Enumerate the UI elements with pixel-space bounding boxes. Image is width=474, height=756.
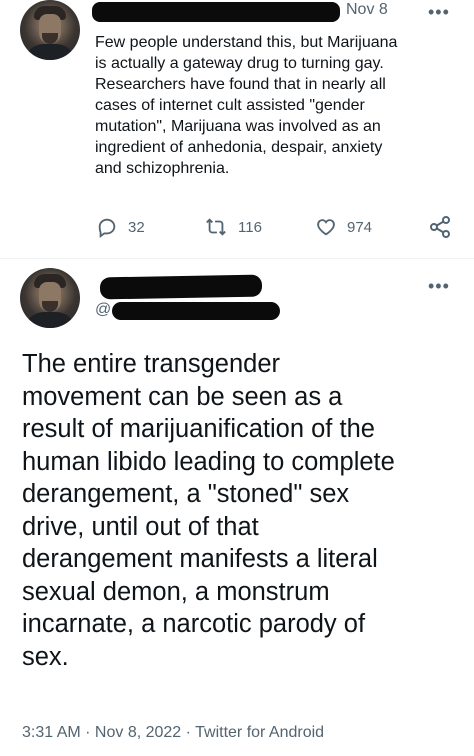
like-count: 974 xyxy=(347,218,373,236)
reply-button[interactable]: 32 xyxy=(96,214,145,240)
redacted-handle xyxy=(112,302,280,320)
redacted-username xyxy=(92,2,340,22)
tweet-text: Few people understand this, but Marijuan… xyxy=(95,34,398,177)
avatar[interactable] xyxy=(20,0,80,60)
reply-icon xyxy=(98,218,116,238)
redacted-display-name xyxy=(99,274,263,300)
retweet-count: 116 xyxy=(238,218,262,236)
divider xyxy=(0,258,474,259)
avatar[interactable] xyxy=(20,268,80,328)
handle-prefix: @ xyxy=(95,301,112,318)
like-button[interactable]: 974 xyxy=(315,214,372,240)
tweet-date[interactable]: Nov 8 xyxy=(346,1,388,19)
more-options-icon[interactable]: ••• xyxy=(428,2,450,23)
like-icon xyxy=(317,219,335,236)
tweet-text: The entire transgender movement can be s… xyxy=(22,350,395,671)
reply-count: 32 xyxy=(128,218,145,236)
retweet-button[interactable]: 116 xyxy=(204,214,262,240)
share-icon xyxy=(430,216,450,238)
share-button[interactable] xyxy=(428,214,452,240)
retweet-icon xyxy=(206,218,226,236)
tweet-timestamp[interactable]: 3:31 AM · Nov 8, 2022 · Twitter for Andr… xyxy=(22,724,324,742)
more-options-icon[interactable]: ••• xyxy=(428,276,450,297)
